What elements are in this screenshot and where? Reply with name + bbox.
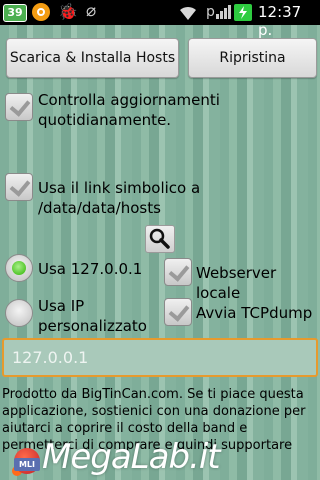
install-hosts-button[interactable]: Scarica & Installa Hosts xyxy=(6,38,179,78)
watermark-text: MegaLab.it xyxy=(42,437,221,477)
symlink-checkbox[interactable] xyxy=(5,173,33,201)
watermark-badge: MLI xyxy=(14,458,40,471)
tcpdump-label: Avvia TCPdump xyxy=(196,304,313,322)
daily-check-label: Controlla aggiornamenti quotidianamente. xyxy=(38,91,220,129)
symlink-label: Usa il link simbolico a /data/data/hosts xyxy=(38,179,201,217)
bug-icon: 🐞 xyxy=(58,2,78,21)
webserver-label: Webserver locale xyxy=(196,264,277,302)
clock: 12:37 p. xyxy=(258,3,302,39)
use-localhost-radio[interactable] xyxy=(5,254,33,282)
restore-button[interactable]: Ripristina xyxy=(188,38,317,78)
svg-text:p: p xyxy=(206,4,215,20)
search-icon xyxy=(149,228,170,249)
wifi-icon xyxy=(180,6,196,20)
use-custom-ip-radio[interactable] xyxy=(5,299,33,327)
battery-icon xyxy=(234,4,252,21)
use-localhost-label: Usa 127.0.0.1 xyxy=(38,260,143,278)
use-custom-ip-label: Usa IP personalizzato xyxy=(38,297,147,335)
webserver-checkbox[interactable] xyxy=(164,258,192,286)
usb-icon: ⌀ xyxy=(86,1,97,21)
tcpdump-checkbox[interactable] xyxy=(164,298,192,326)
orange-app-icon xyxy=(32,3,50,21)
signal-icon: p xyxy=(206,2,236,27)
custom-ip-input[interactable]: 127.0.0.1 xyxy=(2,338,318,377)
daily-check-checkbox[interactable] xyxy=(5,93,33,121)
notification-count-badge: 39 xyxy=(3,4,27,22)
search-button[interactable] xyxy=(145,225,175,253)
status-bar: 39 🐞 ⌀ p 12:37 p. xyxy=(0,0,320,39)
